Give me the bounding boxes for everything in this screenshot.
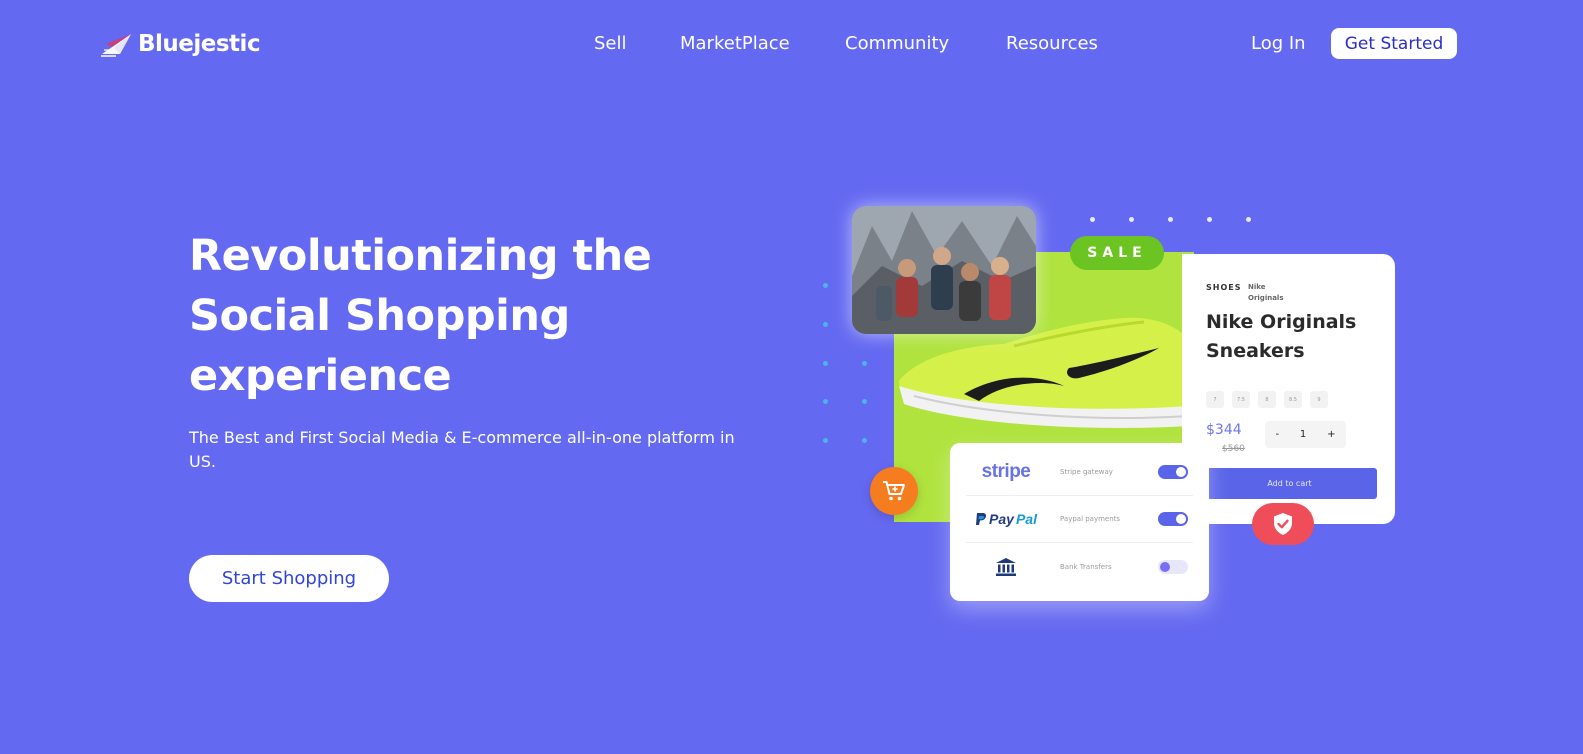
get-started-button[interactable]: Get Started: [1331, 28, 1457, 59]
payment-methods-card: stripe Stripe gateway Pay Pal Paypal paym…: [950, 443, 1209, 601]
qty-increment-button[interactable]: +: [1327, 429, 1335, 440]
payment-label: Stripe gateway: [1060, 468, 1113, 476]
payment-row-paypal: Pay Pal Paypal payments: [966, 496, 1193, 543]
brand-logo[interactable]: Bluejestic: [100, 28, 261, 60]
cart-badge: [870, 467, 918, 515]
size-option[interactable]: 8.5: [1284, 391, 1302, 408]
payment-label: Bank Transfers: [1060, 562, 1112, 571]
start-shopping-button[interactable]: Start Shopping: [189, 555, 389, 602]
paper-plane-logo-icon: [101, 34, 131, 57]
nav-marketplace[interactable]: MarketPlace: [680, 33, 790, 54]
product-name: Nike Originals Sneakers: [1206, 311, 1357, 362]
payment-row-stripe: stripe Stripe gateway: [966, 449, 1193, 496]
nav-resources[interactable]: Resources: [1006, 33, 1098, 54]
qty-decrement-button[interactable]: -: [1275, 429, 1279, 440]
nav-sell[interactable]: Sell: [594, 33, 627, 54]
nav-community[interactable]: Community: [845, 33, 949, 54]
size-option[interactable]: 9: [1310, 391, 1328, 408]
sale-badge: SALE: [1070, 236, 1164, 270]
bank-toggle[interactable]: [1158, 559, 1188, 574]
product-price: $344: [1206, 422, 1242, 438]
shield-check-icon: [1274, 513, 1292, 535]
bank-icon: [996, 557, 1016, 576]
stripe-toggle[interactable]: [1158, 465, 1188, 479]
security-badge: [1252, 503, 1314, 545]
quantity-stepper: - 1 +: [1265, 421, 1346, 448]
size-option[interactable]: 8: [1258, 391, 1276, 408]
hero-title: Revolutionizing the Social Shopping expe…: [189, 231, 652, 401]
payment-row-bank: Bank Transfers: [966, 543, 1193, 590]
product-old-price: $560: [1222, 444, 1245, 454]
product-category: SHOES: [1206, 283, 1242, 292]
size-option[interactable]: 7.5: [1232, 391, 1250, 408]
size-options: 7 7.5 8 8.5 9: [1206, 391, 1328, 408]
qty-value: 1: [1299, 429, 1307, 440]
product-card: SHOES Nike Originals Nike Originals Snea…: [1182, 254, 1395, 524]
hero-subtitle: The Best and First Social Media & E-comm…: [189, 428, 735, 471]
paypal-p-icon: [976, 513, 987, 525]
paypal-logo: Pay Pal: [975, 511, 1037, 527]
size-option[interactable]: 7: [1206, 391, 1224, 408]
login-link[interactable]: Log In: [1251, 33, 1306, 54]
payment-label: Paypal payments: [1060, 515, 1121, 523]
add-to-cart-button[interactable]: Add to cart: [1202, 468, 1377, 499]
social-group-photo: [852, 206, 1036, 334]
brand-name: Bluejestic: [138, 31, 261, 57]
cart-icon: [883, 481, 905, 501]
paypal-toggle[interactable]: [1158, 512, 1188, 526]
stripe-logo: stripe: [981, 461, 1031, 482]
product-brand: Nike Originals: [1248, 283, 1284, 302]
